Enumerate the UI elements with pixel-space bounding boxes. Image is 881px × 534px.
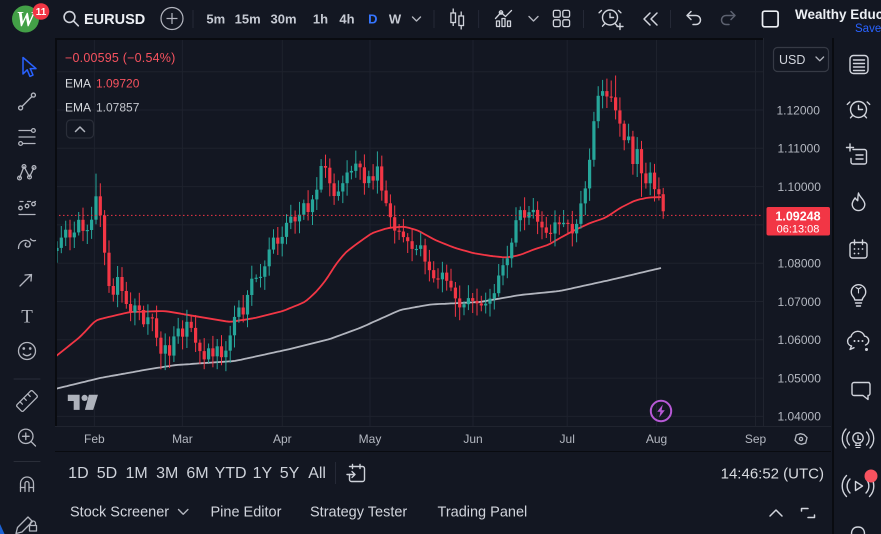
svg-text:1h: 1h [313,12,328,27]
svg-text:YTD: YTD [215,465,247,482]
svg-text:1.04000: 1.04000 [778,410,822,424]
svg-text:1.10000: 1.10000 [778,180,822,194]
svg-text:14:46:52 (UTC): 14:46:52 (UTC) [721,466,824,483]
svg-text:USD: USD [779,53,805,67]
svg-text:1.06000: 1.06000 [778,333,822,347]
svg-text:Mar: Mar [172,432,193,446]
svg-text:1.05000: 1.05000 [778,371,822,385]
svg-text:Trading Panel: Trading Panel [438,505,528,521]
svg-text:5Y: 5Y [280,465,300,482]
svg-text:Stock Screener: Stock Screener [70,505,169,521]
svg-text:5m: 5m [206,12,225,27]
svg-text:1Y: 1Y [253,465,273,482]
svg-text:Feb: Feb [84,432,105,446]
svg-text:Pine Editor: Pine Editor [211,505,282,521]
svg-text:15m: 15m [235,12,261,27]
svg-text:Jul: Jul [560,432,575,446]
svg-text:May: May [359,432,382,446]
svg-text:Wealthy Educ.: Wealthy Educ. [795,7,881,22]
svg-text:Apr: Apr [273,432,292,446]
svg-text:1.07000: 1.07000 [778,295,822,309]
svg-text:1.11000: 1.11000 [778,142,821,156]
svg-text:D: D [368,12,377,27]
svg-text:30m: 30m [270,12,296,27]
svg-text:06:13:08: 06:13:08 [777,224,820,236]
svg-text:W: W [389,12,402,27]
svg-text:EURUSD: EURUSD [84,12,145,28]
svg-text:1M: 1M [125,465,147,482]
svg-text:5D: 5D [97,465,117,482]
svg-text:Sep: Sep [745,432,767,446]
svg-text:1.09248: 1.09248 [775,210,820,224]
svg-text:Aug: Aug [646,432,667,446]
svg-text:Save: Save [855,23,881,35]
svg-text:Jun: Jun [463,432,482,446]
svg-text:Strategy Tester: Strategy Tester [310,505,407,521]
svg-text:1D: 1D [68,465,88,482]
svg-text:3M: 3M [156,465,178,482]
svg-text:1.12000: 1.12000 [777,103,821,117]
svg-text:4h: 4h [339,12,354,27]
svg-text:1.08000: 1.08000 [778,257,822,271]
svg-text:All: All [308,465,326,482]
svg-text:T: T [21,307,33,328]
svg-text:11: 11 [36,7,47,18]
svg-text:6M: 6M [186,465,208,482]
